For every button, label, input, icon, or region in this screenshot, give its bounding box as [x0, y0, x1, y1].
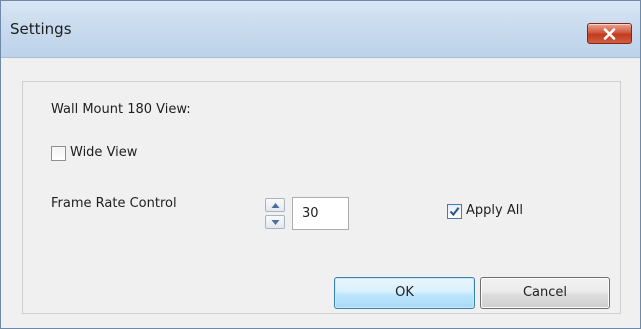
- wide-view-label[interactable]: Wide View: [70, 145, 137, 160]
- checkmark-icon: [449, 207, 460, 217]
- title-bar[interactable]: Settings: [1, 1, 640, 58]
- ok-button[interactable]: OK: [334, 277, 475, 309]
- settings-dialog: Settings Wall Mount 180 View: Wide View …: [0, 0, 641, 329]
- wide-view-checkbox[interactable]: [51, 146, 66, 161]
- cancel-button[interactable]: Cancel: [480, 277, 610, 309]
- frame-rate-input[interactable]: 30: [292, 197, 349, 230]
- frame-rate-increment-button[interactable]: [265, 198, 285, 212]
- chevron-down-icon: [271, 220, 280, 225]
- close-button[interactable]: [587, 23, 632, 44]
- frame-rate-label: Frame Rate Control: [51, 196, 177, 211]
- apply-all-label[interactable]: Apply All: [466, 203, 523, 218]
- apply-all-checkbox[interactable]: [447, 204, 462, 219]
- wall-mount-heading: Wall Mount 180 View:: [51, 102, 191, 117]
- close-icon: [603, 28, 616, 40]
- chevron-up-icon: [271, 203, 280, 208]
- frame-rate-decrement-button[interactable]: [265, 215, 285, 229]
- dialog-title: Settings: [10, 20, 72, 38]
